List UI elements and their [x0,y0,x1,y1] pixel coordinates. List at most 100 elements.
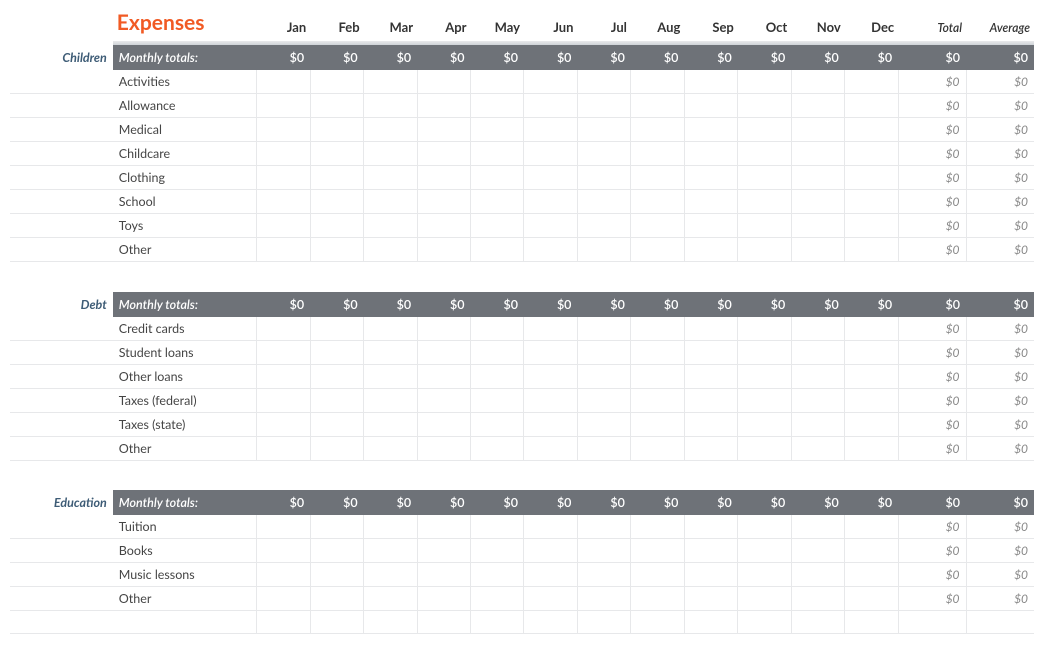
month-cell[interactable] [471,563,524,587]
month-cell[interactable] [257,539,310,563]
month-cell[interactable] [845,388,898,412]
month-cell[interactable] [257,70,310,94]
month-cell[interactable] [524,515,577,539]
month-cell[interactable] [845,142,898,166]
month-cell[interactable] [684,118,737,142]
month-cell[interactable] [738,70,791,94]
month-cell[interactable] [257,611,310,634]
month-cell[interactable] [524,70,577,94]
month-cell[interactable] [364,166,417,190]
month-cell[interactable] [524,166,577,190]
month-cell[interactable] [791,70,844,94]
month-cell[interactable] [738,587,791,611]
month-cell[interactable] [524,238,577,262]
month-cell[interactable] [845,364,898,388]
month-cell[interactable] [577,539,630,563]
month-cell[interactable] [738,166,791,190]
month-cell[interactable] [364,142,417,166]
month-cell[interactable] [524,539,577,563]
month-cell[interactable] [417,142,470,166]
month-cell[interactable] [631,317,684,341]
month-cell[interactable] [471,190,524,214]
month-cell[interactable] [791,515,844,539]
month-cell[interactable] [310,611,363,634]
month-cell[interactable] [791,587,844,611]
month-cell[interactable] [738,515,791,539]
month-cell[interactable] [524,563,577,587]
month-cell[interactable] [791,317,844,341]
month-cell[interactable] [577,70,630,94]
month-cell[interactable] [471,436,524,460]
month-cell[interactable] [738,340,791,364]
month-cell[interactable] [310,563,363,587]
month-cell[interactable] [364,611,417,634]
month-cell[interactable] [577,364,630,388]
month-cell[interactable] [845,611,898,634]
month-cell[interactable] [471,238,524,262]
month-cell[interactable] [845,118,898,142]
month-cell[interactable] [684,611,737,634]
month-cell[interactable] [791,238,844,262]
month-cell[interactable] [684,412,737,436]
month-cell[interactable] [417,436,470,460]
month-cell[interactable] [257,340,310,364]
month-cell[interactable] [791,166,844,190]
month-cell[interactable] [631,388,684,412]
month-cell[interactable] [577,611,630,634]
month-cell[interactable] [631,190,684,214]
month-cell[interactable] [310,238,363,262]
month-cell[interactable] [684,190,737,214]
month-cell[interactable] [791,412,844,436]
month-cell[interactable] [417,539,470,563]
month-cell[interactable] [524,214,577,238]
month-cell[interactable] [845,539,898,563]
month-cell[interactable] [257,388,310,412]
month-cell[interactable] [845,190,898,214]
month-cell[interactable] [845,238,898,262]
month-cell[interactable] [684,214,737,238]
month-cell[interactable] [257,214,310,238]
month-cell[interactable] [684,166,737,190]
month-cell[interactable] [684,142,737,166]
month-cell[interactable] [684,436,737,460]
month-cell[interactable] [684,515,737,539]
month-cell[interactable] [791,364,844,388]
month-cell[interactable] [364,340,417,364]
month-cell[interactable] [417,317,470,341]
month-cell[interactable] [310,190,363,214]
month-cell[interactable] [417,238,470,262]
month-cell[interactable] [471,340,524,364]
month-cell[interactable] [524,436,577,460]
month-cell[interactable] [310,70,363,94]
month-cell[interactable] [310,412,363,436]
month-cell[interactable] [257,436,310,460]
month-cell[interactable] [417,515,470,539]
month-cell[interactable] [738,94,791,118]
month-cell[interactable] [577,118,630,142]
month-cell[interactable] [417,166,470,190]
month-cell[interactable] [310,214,363,238]
month-cell[interactable] [257,118,310,142]
month-cell[interactable] [845,436,898,460]
month-cell[interactable] [791,190,844,214]
month-cell[interactable] [471,412,524,436]
month-cell[interactable] [738,190,791,214]
month-cell[interactable] [257,563,310,587]
month-cell[interactable] [310,94,363,118]
month-cell[interactable] [577,515,630,539]
month-cell[interactable] [524,340,577,364]
month-cell[interactable] [738,412,791,436]
month-cell[interactable] [631,142,684,166]
month-cell[interactable] [845,214,898,238]
month-cell[interactable] [845,412,898,436]
month-cell[interactable] [257,166,310,190]
month-cell[interactable] [738,317,791,341]
month-cell[interactable] [471,539,524,563]
month-cell[interactable] [417,388,470,412]
month-cell[interactable] [524,388,577,412]
month-cell[interactable] [684,317,737,341]
month-cell[interactable] [471,587,524,611]
month-cell[interactable] [791,142,844,166]
month-cell[interactable] [257,238,310,262]
month-cell[interactable] [738,118,791,142]
